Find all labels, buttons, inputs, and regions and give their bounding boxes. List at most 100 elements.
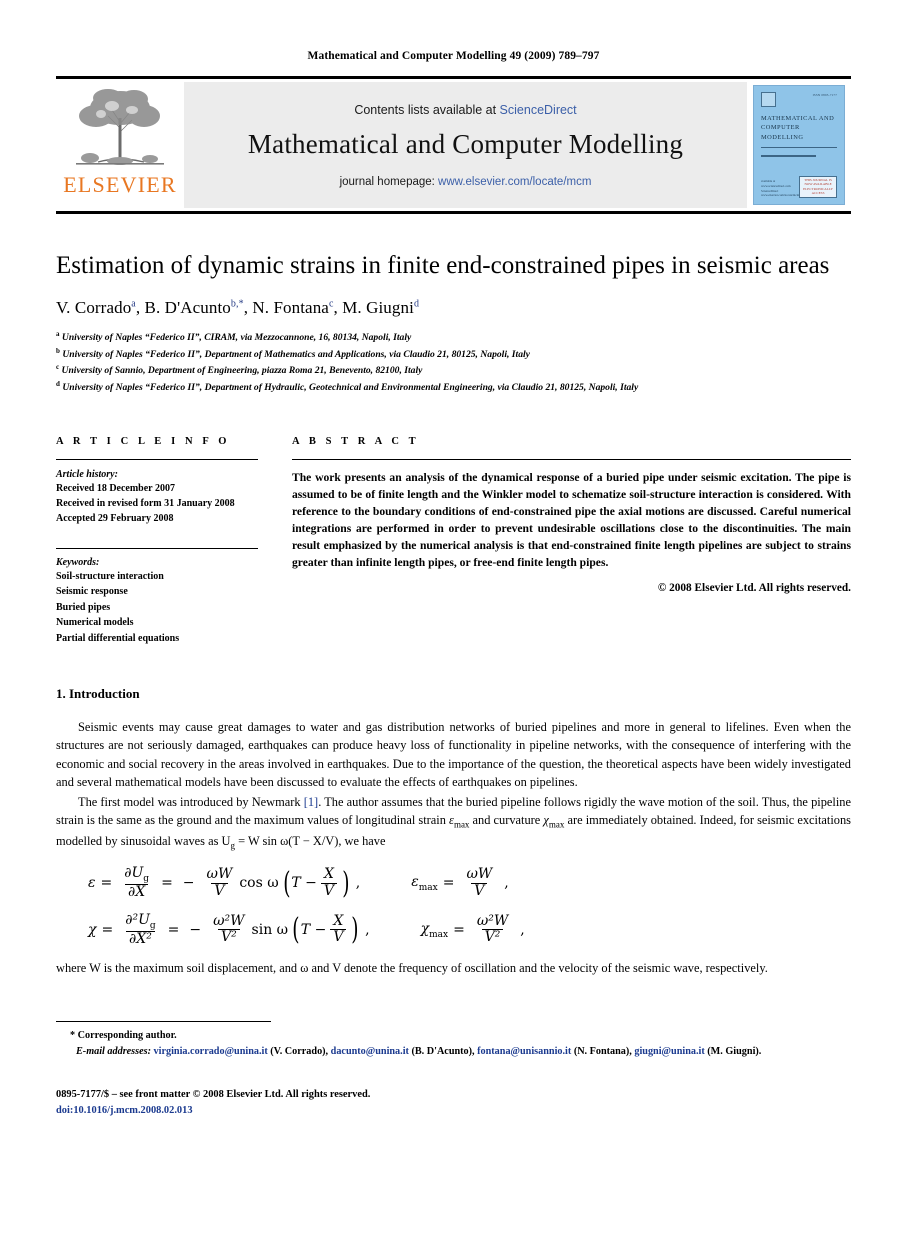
keyword-item: Partial differential equations [56, 632, 180, 644]
keyword-item: Soil-structure interaction [56, 570, 164, 582]
eq2-inner: T − [300, 921, 327, 938]
cover-issn: ISSN 0895-7177 [812, 93, 837, 97]
email-owner-1: (V. Corrado), [270, 1045, 329, 1057]
eq1-inner-frac: X V [320, 867, 338, 899]
section-heading-introduction: 1. Introduction [56, 686, 140, 702]
email-owner-2: (B. D'Acunto), [411, 1045, 475, 1057]
article-info-heading: A R T I C L E I N F O [56, 435, 231, 447]
keywords-rule [56, 547, 258, 549]
eq1-inner: T − [291, 875, 317, 892]
journal-homepage-link[interactable]: www.elsevier.com/locate/mcm [438, 176, 591, 188]
keywords-block: Keywords: Soil-structure interaction Sei… [56, 547, 258, 647]
p2-part-a: The first model was introduced by Newmar… [78, 794, 304, 809]
keyword-item: Seismic response [56, 586, 128, 598]
journal-title: Mathematical and Computer Modelling [247, 128, 684, 159]
journal-cover-cell: ISSN 0895-7177 MATHEMATICAL AND COMPUTER… [747, 82, 851, 208]
intro-paragraph-2: The first model was introduced by Newmar… [56, 794, 852, 850]
keywords-label: Keywords: [56, 556, 100, 568]
keyword-item: Buried pipes [56, 601, 111, 613]
keyword-item: Numerical models [56, 617, 134, 629]
affiliation-b: b University of Naples “Federico II”, De… [56, 346, 530, 360]
corresponding-author-note: * Corresponding author. [70, 1030, 177, 1042]
journal-header: ELSEVIER Contents lists available at Sci… [56, 76, 851, 214]
intro-paragraph-3: where W is the maximum soil displacement… [56, 961, 768, 976]
article-history-label: Article history: [56, 468, 118, 480]
affiliation-c: c University of Sannio, Department of En… [56, 363, 423, 377]
front-matter-line: 0895-7177/$ – see front matter © 2008 El… [56, 1089, 371, 1101]
author-3: N. Fontanac [252, 298, 334, 317]
eq2-lhs: χ [88, 921, 97, 938]
abstract-text: The work presents an analysis of the dyn… [292, 470, 851, 570]
eq1-max-lhs: εmax [411, 873, 438, 893]
journal-banner: Contents lists available at ScienceDirec… [184, 82, 747, 208]
email-link-1[interactable]: virginia.corrado@unina.it [154, 1046, 268, 1057]
header-bottom-rule [56, 211, 851, 214]
footnote-block: * Corresponding author. E-mail addresses… [56, 1028, 851, 1059]
elsevier-wordmark: ELSEVIER [63, 172, 177, 197]
cover-title: MATHEMATICAL AND COMPUTER MODELLING [761, 115, 835, 141]
author-list: V. Corradoa, B. D'Acuntob,*, N. Fontanac… [56, 298, 420, 317]
eq1-lhs: ε [88, 875, 96, 892]
journal-cover-thumbnail: ISSN 0895-7177 MATHEMATICAL AND COMPUTER… [753, 85, 845, 205]
cover-publisher-mark-icon [761, 92, 776, 107]
citation-1[interactable]: [1] [304, 795, 318, 809]
elsevier-tree-icon [76, 89, 164, 165]
author-2: B. D'Acuntob,* [144, 298, 244, 317]
cover-divider [761, 146, 837, 148]
email-label: E-mail addresses: [76, 1045, 151, 1057]
cover-sciencedirect-text: available at www.sciencedirect.com Scien… [761, 179, 800, 198]
eq1-max-value: ωW V [466, 866, 493, 899]
affiliation-a: a University of Naples “Federico II”, CI… [56, 330, 412, 344]
sciencedirect-link[interactable]: ScienceDirect [500, 103, 577, 117]
article-content: Estimation of dynamic strains in finite … [56, 250, 851, 1119]
abstract-column: A B S T R A C T The work presents an ana… [284, 436, 851, 647]
doi-link[interactable]: doi:10.1016/j.mcm.2008.02.013 [56, 1103, 851, 1119]
intro-paragraph-1: Seismic events may cause great damages t… [56, 720, 851, 789]
contents-prefix: Contents lists available at [354, 102, 500, 117]
eq2-max-lhs: χmax [420, 920, 449, 940]
eq2-function: sin ω [251, 921, 289, 938]
eq1-derivative: ∂Ug ∂X [124, 865, 150, 900]
email-link-4[interactable]: giugni@unina.it [634, 1046, 704, 1057]
eq2-inner-frac: X V [330, 913, 347, 946]
eq2-derivative: ∂²Ug ∂X² [125, 911, 156, 947]
article-info-rule [56, 458, 258, 460]
affiliation-d: d University of Naples “Federico II”, De… [56, 380, 639, 394]
email-owner-3: (N. Fontana), [573, 1045, 632, 1057]
abstract-copyright: © 2008 Elsevier Ltd. All rights reserved… [657, 582, 851, 595]
history-received: Received 18 December 2007 [56, 482, 175, 494]
equation-1: ε = ∂Ug ∂X = − ωW V cos ω ( T − X V) , … [88, 865, 509, 901]
abstract-heading: A B S T R A C T [292, 435, 420, 447]
email-owner-4: (M. Giugni). [707, 1045, 762, 1057]
p2-part-c: and curvature [469, 812, 544, 827]
cover-electronic-access-badge: THIS JOURNAL IS NOW AVAILABLE ELECTRONIC… [799, 175, 837, 198]
p2-part-e: = W sin ω(T − X/V), we have [234, 833, 386, 848]
author-4: M. Giugnid [342, 298, 420, 317]
eq1-function: cos ω [239, 875, 279, 892]
paper-page: Mathematical and Computer Modelling 49 (… [0, 0, 907, 1238]
footnote-rule [56, 1021, 271, 1023]
page-footer: 0895-7177/$ – see front matter © 2008 El… [56, 1087, 851, 1118]
history-accepted: Accepted 29 February 2008 [56, 512, 174, 524]
history-revised: Received in revised form 31 January 2008 [56, 497, 235, 509]
elsevier-logo: ELSEVIER [56, 82, 184, 208]
affiliation-list: a University of Naples “Federico II”, CI… [56, 329, 851, 396]
homepage-prefix: journal homepage: [339, 175, 439, 188]
eq2-coefficient: ω²W V² [213, 912, 245, 946]
running-head: Mathematical and Computer Modelling 49 (… [307, 50, 600, 62]
page-title: Estimation of dynamic strains in finite … [56, 252, 830, 279]
contents-available-line: Contents lists available at ScienceDirec… [354, 103, 576, 117]
author-1: V. Corradoa [56, 298, 136, 317]
eq2-max-value: ω²W V² [476, 912, 509, 946]
email-link-3[interactable]: fontana@unisannio.it [477, 1046, 571, 1057]
abstract-rule [292, 458, 851, 460]
eq1-coefficient: ωW V [206, 866, 233, 899]
equation-block: ε = ∂Ug ∂X = − ωW V cos ω ( T − X V) , … [88, 865, 851, 948]
article-info-column: A R T I C L E I N F O Article history: R… [56, 436, 284, 647]
info-abstract-row: A R T I C L E I N F O Article history: R… [56, 436, 851, 647]
journal-homepage-line: journal homepage: www.elsevier.com/locat… [340, 176, 592, 188]
email-link-2[interactable]: dacunto@unina.it [331, 1046, 409, 1057]
email-addresses-line: E-mail addresses: virginia.corrado@unina… [56, 1044, 851, 1060]
equation-2: χ = ∂²Ug ∂X² = − ω²W V² sin ω ( T − X V [88, 911, 525, 948]
cover-divider-2 [761, 154, 816, 157]
